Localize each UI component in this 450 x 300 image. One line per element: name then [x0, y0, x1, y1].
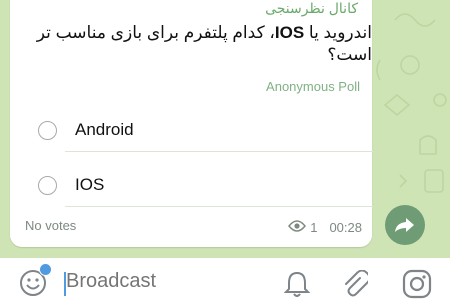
- poll-type-label: Anonymous Poll: [266, 79, 360, 94]
- poll-question: اندروید یا IOS، کدام پلتفرم برای بازی من…: [28, 22, 372, 66]
- bell-icon[interactable]: [284, 270, 310, 298]
- poll-option-label: IOS: [75, 175, 105, 194]
- votes-count: No votes: [25, 218, 77, 233]
- paperclip-icon[interactable]: [342, 270, 368, 298]
- message-meta: 1 00:28: [288, 220, 362, 235]
- question-bold-part: IOS: [274, 23, 305, 42]
- question-part-1: اندروید یا: [304, 23, 372, 42]
- poll-option-android[interactable]: Android: [26, 109, 376, 151]
- message-time: 00:28: [329, 220, 362, 235]
- instagram-camera-icon[interactable]: [402, 269, 432, 299]
- notification-dot: [39, 263, 52, 276]
- option-divider: [65, 206, 373, 207]
- option-divider: [65, 151, 373, 152]
- share-arrow-icon: [395, 218, 414, 232]
- eye-icon: [288, 220, 307, 235]
- channel-name[interactable]: کانال نظرسنجی: [265, 0, 358, 17]
- broadcast-input[interactable]: [66, 270, 266, 293]
- view-count: 1: [310, 220, 318, 235]
- radio-circle-icon[interactable]: [38, 175, 57, 195]
- share-button[interactable]: [385, 205, 425, 245]
- poll-message-bubble: کانال نظرسنجی اندروید یا IOS، کدام پلتفر…: [10, 0, 373, 247]
- message-composer: [0, 258, 450, 300]
- radio-circle-icon[interactable]: [38, 120, 57, 140]
- poll-option-label: Android: [75, 120, 134, 139]
- poll-option-ios[interactable]: IOS: [26, 164, 376, 206]
